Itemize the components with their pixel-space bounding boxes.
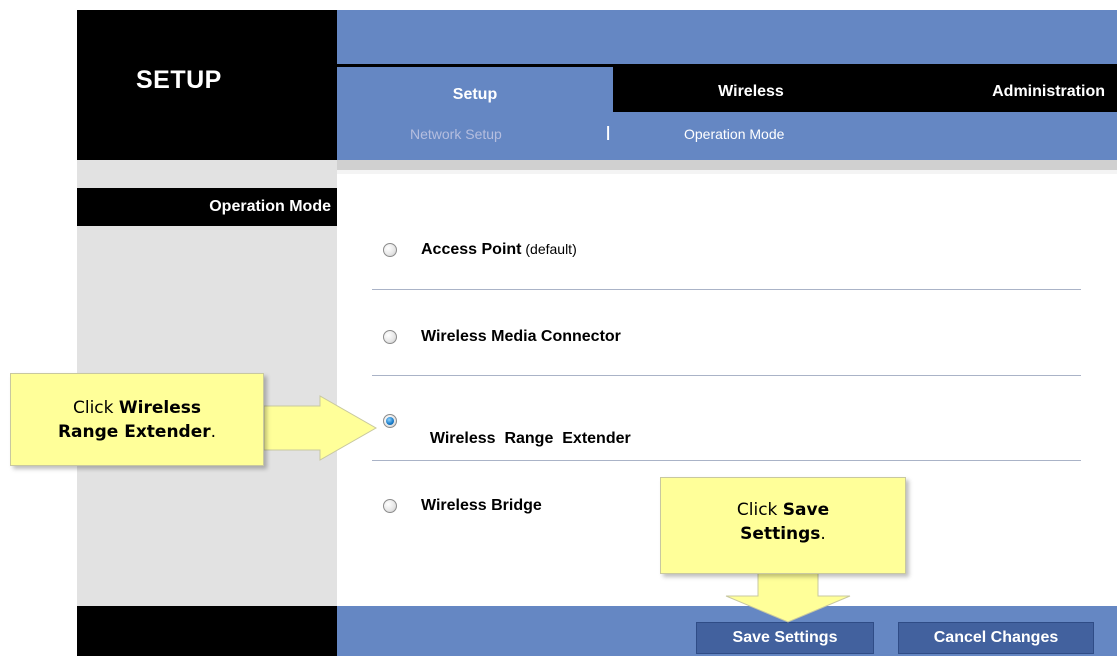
- cancel-changes-button[interactable]: Cancel Changes: [898, 622, 1094, 654]
- subtab-network-setup[interactable]: Network Setup: [410, 126, 502, 142]
- option-label: Wireless Range Extender: [429, 430, 631, 447]
- tab-setup[interactable]: Setup: [337, 67, 613, 113]
- tab-wireless[interactable]: Wireless: [613, 66, 889, 112]
- callout-text-bold: Range Extender: [57, 422, 211, 442]
- radio-wireless-media-connector[interactable]: [383, 330, 397, 344]
- callout-text-bold: Wireless: [118, 398, 201, 418]
- callout-text-bold: Save: [782, 500, 830, 520]
- callout-range-extender: Click Wireless Range Extender.: [10, 373, 264, 466]
- callout-text: Click: [736, 500, 783, 520]
- option-label: Wireless Bridge: [421, 497, 542, 514]
- callout-arrow-right-icon: [263, 395, 378, 461]
- option-divider: [372, 375, 1081, 376]
- option-label: Wireless Media Connector: [421, 328, 621, 345]
- sidebar-section-label: Operation Mode: [209, 198, 331, 215]
- option-wireless-bridge: Wireless Bridge: [421, 497, 542, 515]
- radio-wireless-range-extender[interactable]: [383, 414, 397, 428]
- option-divider: [372, 460, 1081, 461]
- option-label: Access Point: [421, 241, 522, 258]
- radio-wireless-bridge[interactable]: [383, 499, 397, 513]
- radio-access-point[interactable]: [383, 243, 397, 257]
- callout-text: .: [820, 524, 826, 544]
- option-wireless-range-extender: Wireless Range Extender: [421, 412, 631, 448]
- brand-title: SETUP: [136, 66, 222, 94]
- option-access-point: Access Point (default): [421, 241, 577, 259]
- save-settings-button[interactable]: Save Settings: [696, 622, 874, 654]
- option-divider: [372, 289, 1081, 290]
- footer-left: [77, 606, 337, 656]
- callout-text: Click: [72, 398, 119, 418]
- callout-save-settings: Click Save Settings.: [660, 477, 906, 574]
- callout-text-bold: Settings: [740, 524, 821, 544]
- tab-administration[interactable]: Administration: [889, 66, 1117, 112]
- option-suffix: (default): [521, 241, 577, 257]
- subtab-separator: |: [606, 124, 611, 141]
- callout-text: .: [210, 422, 217, 442]
- sidebar-section-header: Operation Mode: [77, 188, 337, 226]
- option-wireless-media-connector: Wireless Media Connector: [421, 328, 621, 346]
- subtab-operation-mode[interactable]: Operation Mode: [684, 126, 784, 142]
